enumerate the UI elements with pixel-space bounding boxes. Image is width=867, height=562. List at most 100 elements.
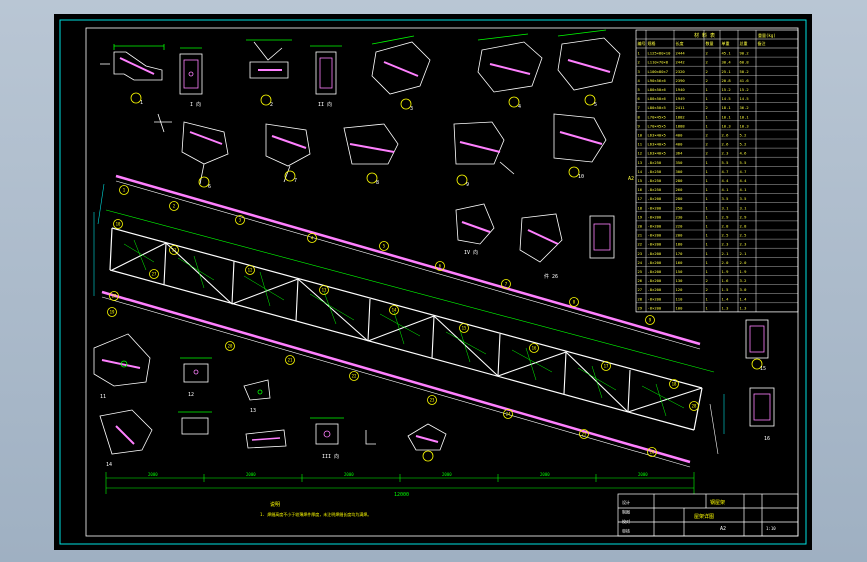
detail-view-10 xyxy=(553,113,607,178)
bom-cell: 1 xyxy=(706,269,709,274)
bom-col-header: 数量 xyxy=(706,40,714,46)
callout-number: 8 xyxy=(573,300,576,305)
bom-cell: 3 xyxy=(638,69,640,74)
bom-cell: 7 xyxy=(638,105,640,110)
bom-cell: 10.3 xyxy=(722,123,731,128)
callout-number: 25 xyxy=(582,432,587,437)
callout-number: 6 xyxy=(439,264,442,269)
callout-number: 7 xyxy=(505,282,508,287)
bom-cell: 15 xyxy=(638,178,643,183)
bom-cell: 1 xyxy=(706,96,709,101)
detail-view-II xyxy=(310,45,342,95)
bom-cell: 18 xyxy=(638,205,643,210)
bom-cell: 160 xyxy=(676,260,684,265)
detail-view-20 xyxy=(589,215,615,259)
bom-cell: 10 xyxy=(638,133,643,138)
view-label: II 向 xyxy=(318,101,332,108)
callout-bubble: 22 xyxy=(349,371,359,381)
bom-cell: 2.0 xyxy=(722,260,730,265)
callout-number: 14 xyxy=(392,308,397,313)
view-label: 8 xyxy=(376,180,379,186)
bom-cell: -8×250 xyxy=(648,160,662,165)
bom-cell: 1 xyxy=(706,233,709,238)
callout-bubble: 25 xyxy=(579,429,589,439)
bom-cell: -8×200 xyxy=(648,269,662,274)
view-label: 2 xyxy=(270,102,273,108)
callout-number: 22 xyxy=(352,374,357,379)
bom-cell: 16 xyxy=(638,187,643,192)
bom-cell: 130 xyxy=(676,278,684,283)
view-label: 5 xyxy=(594,102,597,108)
bom-cell: 300 xyxy=(676,169,684,174)
callout-bubble: 16 xyxy=(529,343,539,353)
bom-cell: 1 xyxy=(706,196,709,201)
bom-cell: 2.9 xyxy=(722,214,730,219)
callout-bubble: 13 xyxy=(319,285,329,295)
bom-cell: 27 xyxy=(638,287,643,292)
bom-cell: 12 xyxy=(638,151,643,156)
detail-view-IV xyxy=(749,387,775,427)
callout-bubble: 3 xyxy=(235,215,245,225)
bom-cell: 1 xyxy=(706,224,709,229)
view-label: 9 xyxy=(466,182,469,188)
bom-cell: 1.5 xyxy=(722,287,729,292)
bom-cell: L63×40×5 xyxy=(648,133,666,138)
bom-cell: 26 xyxy=(638,278,643,283)
bom-cell: 2 xyxy=(706,133,708,138)
callout-number: 4 xyxy=(311,236,314,241)
bom-cell: 4.6 xyxy=(740,151,748,156)
callout-bubble: 9 xyxy=(645,315,655,325)
bom-cell: 14.5 xyxy=(722,96,731,101)
bom-cell: 1 xyxy=(706,187,709,192)
bom-cell: L110×70×8 xyxy=(648,60,669,65)
bom-col-header: 备注 xyxy=(758,40,766,46)
bom-cell: 2.3 xyxy=(740,242,747,247)
view-label: IV 向 xyxy=(464,249,478,256)
view-label: 13 xyxy=(250,408,256,414)
bom-cell: 14 xyxy=(638,169,643,174)
detail-view-9 xyxy=(453,121,515,186)
callout-number: 16 xyxy=(532,346,537,351)
bom-cell: 6 xyxy=(638,96,641,101)
bom-cell: 4.7 xyxy=(722,169,729,174)
bom-cell: 280 xyxy=(676,196,684,201)
bom-cell: 170 xyxy=(676,251,684,256)
bom-cell: 1 xyxy=(706,205,709,210)
bom-cell: 1888 xyxy=(676,123,686,128)
bom-cell: 400 xyxy=(676,142,684,147)
truss-elevation xyxy=(93,174,725,468)
callout-number: 9 xyxy=(649,318,652,323)
bom-cell: 21 xyxy=(638,233,643,238)
bom-cell: L125×80×10 xyxy=(648,51,672,56)
bom-cell: 3.1 xyxy=(740,205,748,210)
callout-number: 17 xyxy=(604,364,609,369)
notes-line: 1. 焊缝高度不小于较薄焊件厚度，未注明焊缝长度均为满焊。 xyxy=(260,511,371,517)
bom-weight-label: 重量(kg) xyxy=(758,32,776,38)
bom-cell: -8×200 xyxy=(648,287,662,292)
detail-view-III xyxy=(745,319,769,370)
bom-cell: -8×200 xyxy=(648,214,662,219)
bom-cell: L80×50×6 xyxy=(648,96,667,101)
bom-cell: 1 xyxy=(638,51,641,56)
callout-number: 12 xyxy=(248,268,253,273)
bom-cell: L100×80×7 xyxy=(648,69,669,74)
bom-col-header: 长度 xyxy=(676,40,684,46)
tb-row-label: 校对 xyxy=(622,518,630,524)
tb-row-label: 设计 xyxy=(622,499,630,505)
detail-view-5 xyxy=(557,29,621,106)
bom-cell: -8×200 xyxy=(648,305,662,310)
web-members xyxy=(111,242,703,413)
bom-cell: 10.3 xyxy=(740,123,749,128)
dim-label: 2000 xyxy=(148,472,158,477)
view-label: I 向 xyxy=(190,101,201,108)
bom-cell: 5 xyxy=(638,87,640,92)
bom-side-label: A2 xyxy=(628,176,634,182)
bom-cell: -8×200 xyxy=(648,205,662,210)
bom-cell: 1.3 xyxy=(722,305,729,310)
callout-bubble: 20 xyxy=(225,341,235,351)
bom-cell: 2390 xyxy=(676,78,686,83)
callout-bubble: 11 xyxy=(169,245,179,255)
bom-cell: 1.3 xyxy=(740,305,747,310)
view-label: 14 xyxy=(106,462,112,468)
bom-cell: 2 xyxy=(638,60,640,65)
